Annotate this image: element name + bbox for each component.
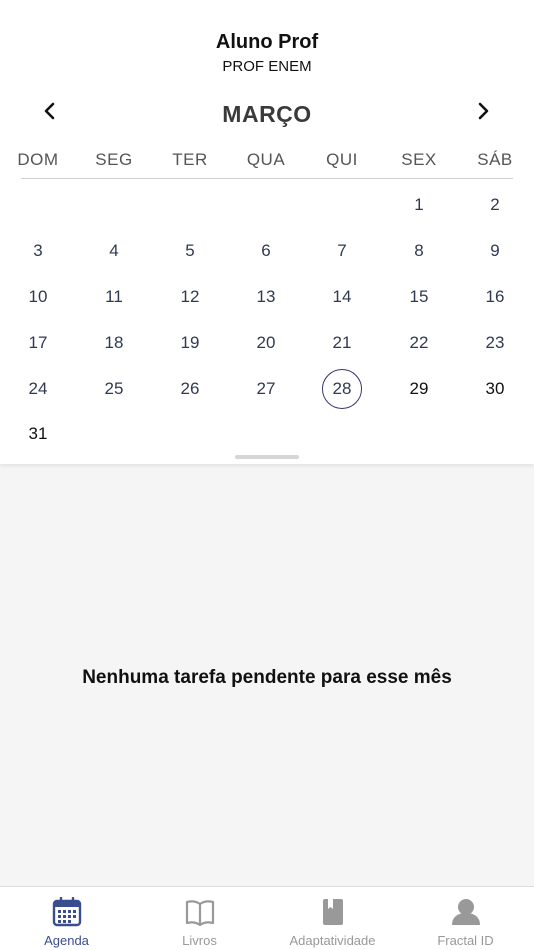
day-cell[interactable]: 14 — [320, 277, 364, 317]
day-cell[interactable]: 21 — [320, 323, 364, 363]
weekday-label: DOM — [17, 150, 59, 169]
weekday-label: TER — [172, 150, 208, 169]
tab-agenda[interactable]: Agenda — [0, 887, 133, 950]
tab-fractal-id[interactable]: Fractal ID — [399, 887, 532, 950]
bottom-tab-bar: Agenda Livros Adaptatividade Fractal ID — [0, 886, 534, 950]
user-name: Aluno Prof — [215, 31, 319, 53]
drag-handle[interactable] — [235, 455, 299, 459]
day-cell[interactable]: 30 — [473, 369, 517, 409]
next-month-button[interactable] — [471, 98, 497, 124]
day-cell[interactable]: 16 — [473, 277, 517, 317]
bookmark-book-icon — [322, 899, 343, 925]
day-cell-today[interactable]: 28 — [322, 369, 362, 409]
tab-label: Adaptatividade — [289, 933, 376, 948]
book-icon — [185, 900, 214, 927]
day-cell[interactable]: 11 — [92, 277, 136, 317]
calendar-panel: Aluno Prof PROF ENEM MARÇO DOM SEG TER QUA Q… — [0, 0, 534, 464]
day-cell[interactable]: 1 — [397, 185, 441, 225]
weekday-label: QUI — [326, 150, 358, 169]
day-cell[interactable]: 25 — [92, 369, 136, 409]
day-cell[interactable]: 12 — [168, 277, 212, 317]
day-cell[interactable]: 7 — [320, 231, 364, 271]
month-title: MARÇO — [222, 101, 312, 127]
day-cell[interactable]: 3 — [16, 231, 60, 271]
day-cell[interactable]: 27 — [244, 369, 288, 409]
day-cell[interactable]: 9 — [473, 231, 517, 271]
day-cell[interactable]: 23 — [473, 323, 517, 363]
tab-label: Agenda — [44, 933, 89, 948]
calendar-icon — [52, 897, 81, 927]
tab-livros[interactable]: Livros — [133, 887, 266, 950]
day-cell[interactable]: 22 — [397, 323, 441, 363]
day-cell[interactable]: 15 — [397, 277, 441, 317]
day-cell[interactable]: 13 — [244, 277, 288, 317]
empty-state-message: Nenhuma tarefa pendente para esse mês — [82, 667, 452, 688]
day-cell[interactable]: 5 — [168, 231, 212, 271]
tab-adaptatividade[interactable]: Adaptatividade — [266, 887, 399, 950]
day-cell[interactable]: 10 — [16, 277, 60, 317]
tab-label: Livros — [182, 933, 217, 948]
day-cell[interactable]: 29 — [397, 369, 441, 409]
day-cell[interactable]: 4 — [92, 231, 136, 271]
weekday-label: QUA — [246, 150, 286, 169]
day-cell[interactable]: 8 — [397, 231, 441, 271]
day-cell[interactable]: 31 — [16, 414, 60, 454]
user-icon — [451, 899, 480, 925]
weekday-label: SÁB — [477, 150, 513, 169]
weekday-header: DOM SEG TER QUA QUI SEX SÁB — [0, 150, 534, 172]
tab-label: Fractal ID — [437, 933, 494, 948]
day-cell[interactable]: 24 — [16, 369, 60, 409]
day-cell[interactable]: 6 — [244, 231, 288, 271]
day-cell[interactable]: 17 — [16, 323, 60, 363]
weekday-label: SEX — [401, 150, 437, 169]
day-cell[interactable]: 19 — [168, 323, 212, 363]
weekday-label: SEG — [95, 150, 133, 169]
day-cell[interactable]: 20 — [244, 323, 288, 363]
day-cell[interactable]: 2 — [473, 185, 517, 225]
day-cell[interactable]: 18 — [92, 323, 136, 363]
user-subtitle: PROF ENEM — [222, 58, 312, 75]
day-cell[interactable]: 26 — [168, 369, 212, 409]
divider — [21, 178, 513, 179]
chevron-right-icon — [478, 102, 489, 120]
